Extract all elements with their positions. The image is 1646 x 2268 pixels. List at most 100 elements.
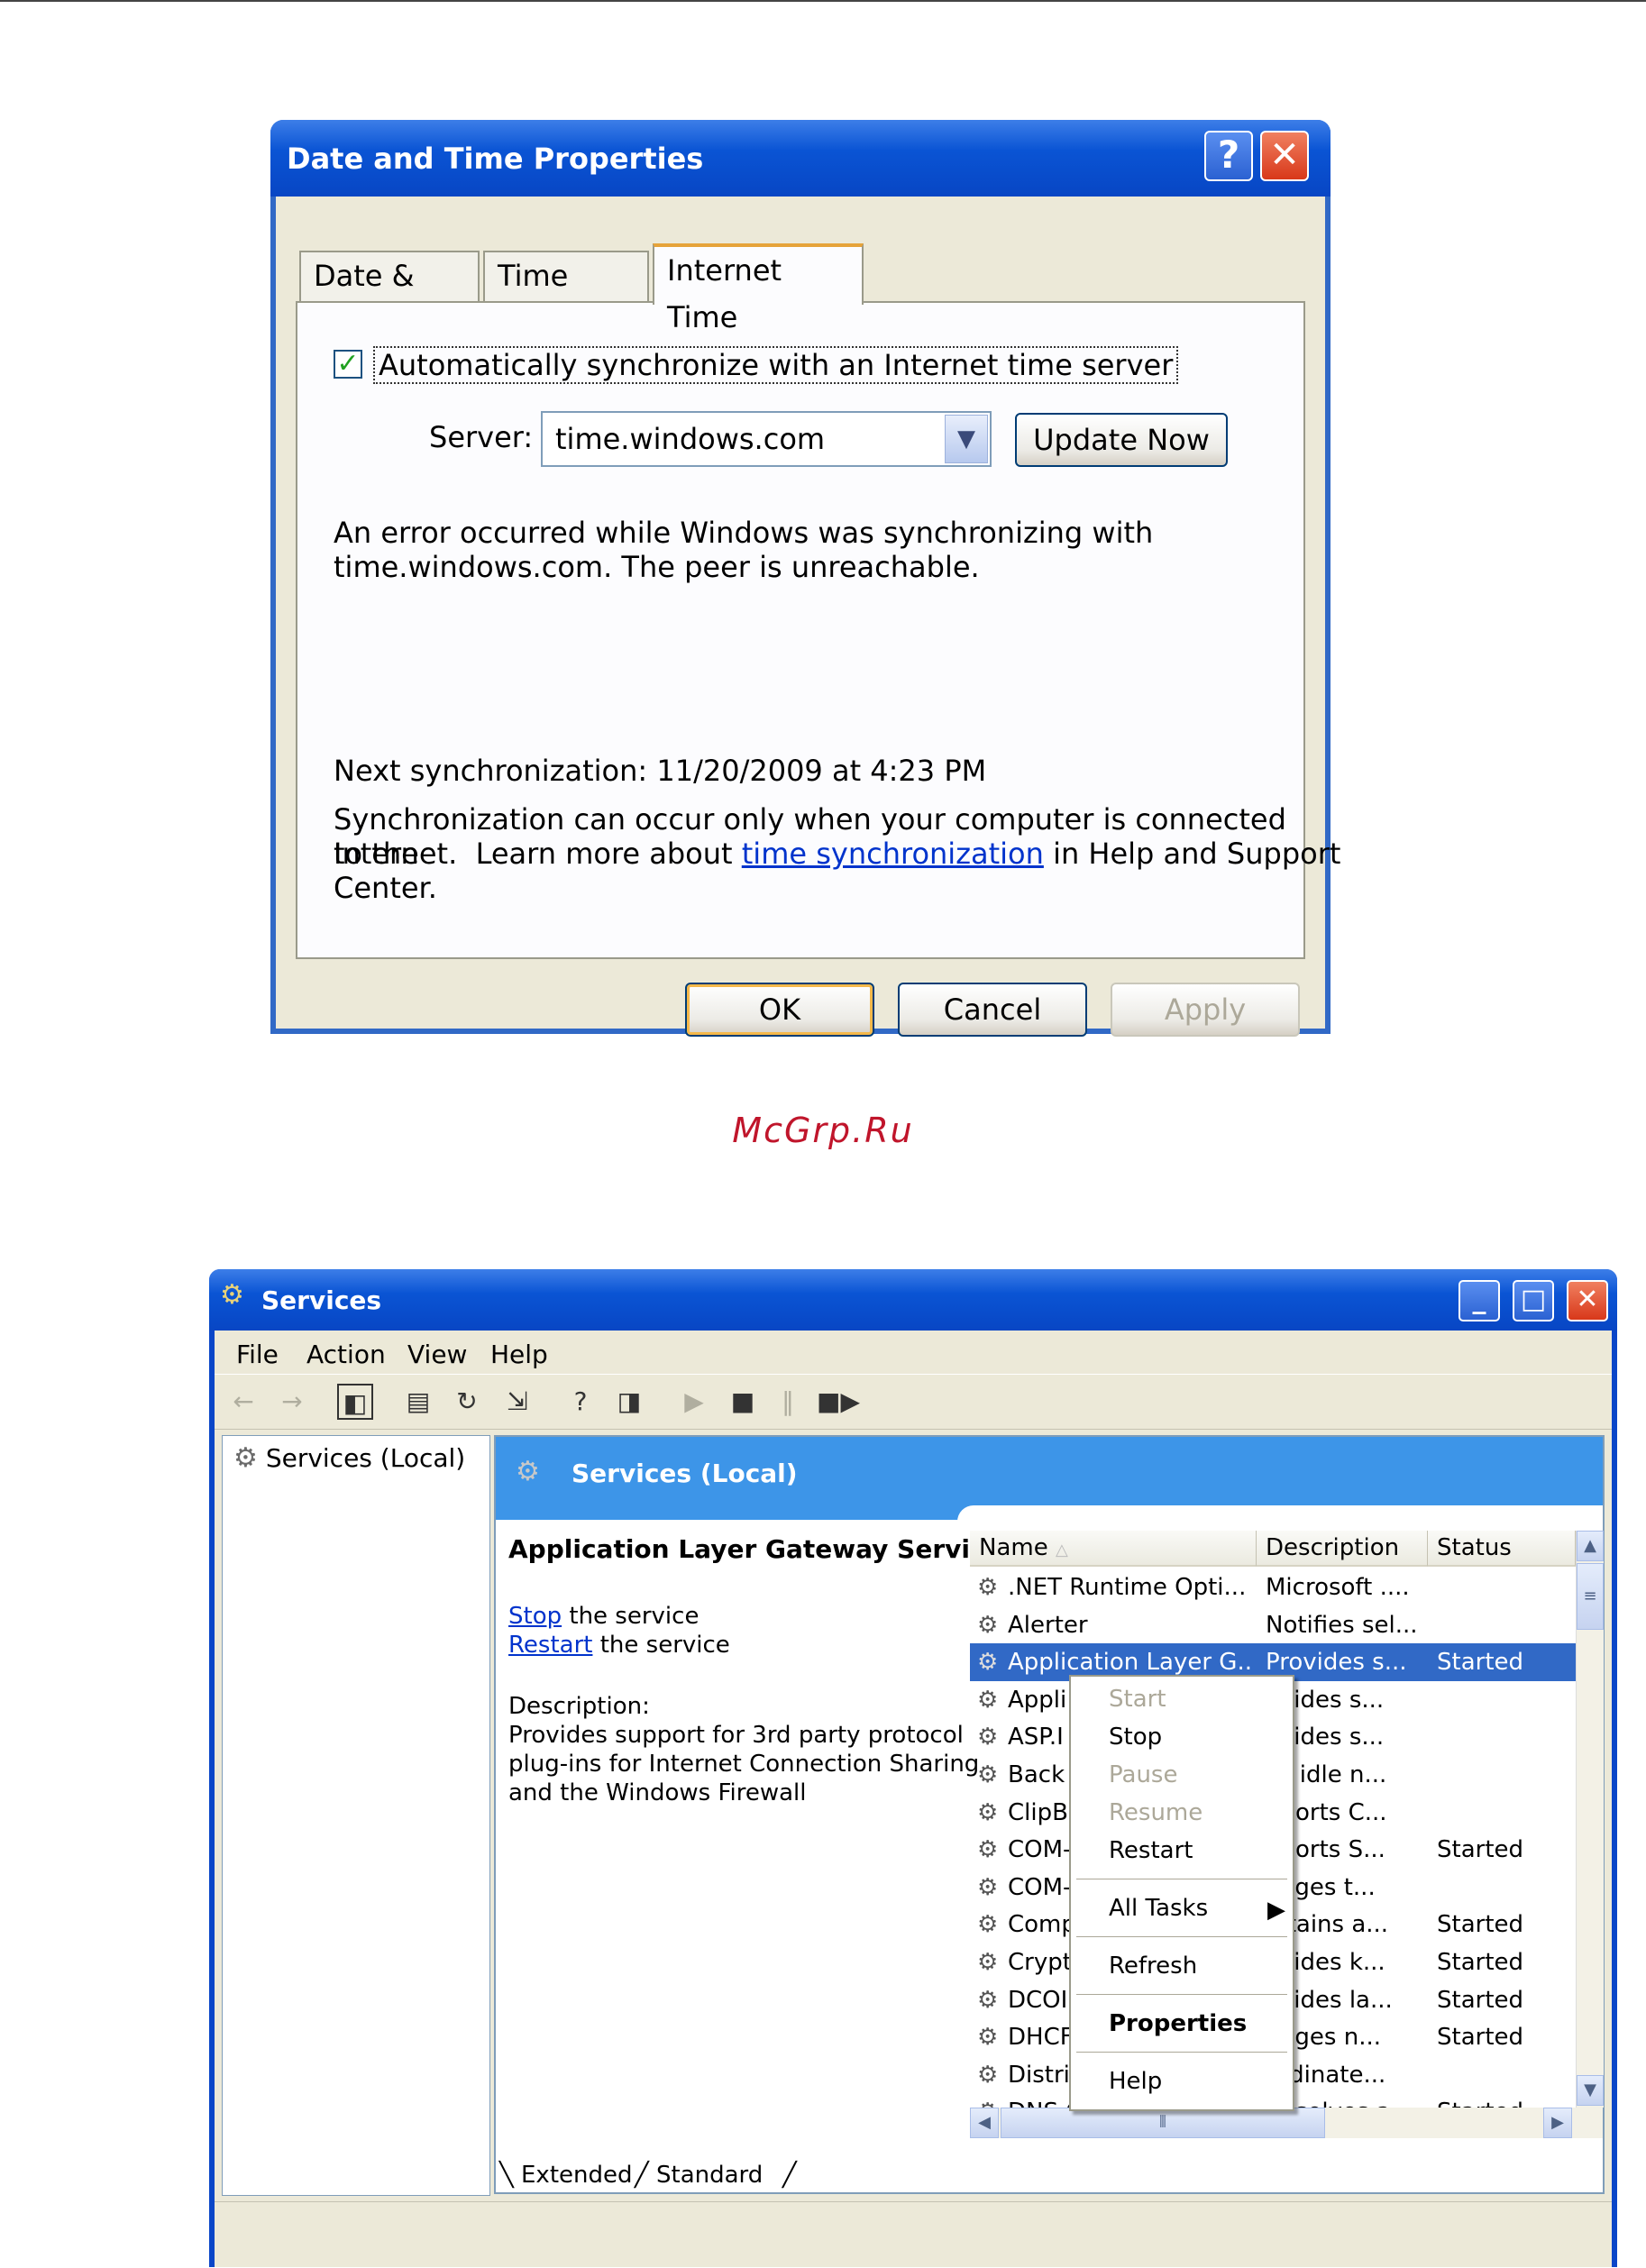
stop-icon[interactable]: ■: [725, 1384, 761, 1420]
internet-time-panel: ✓ Automatically synchronize with an Inte…: [296, 301, 1340, 959]
service-name: Alerter: [1008, 1611, 1088, 1639]
menu-item-restart[interactable]: Restart: [1109, 1837, 1193, 1864]
properties-icon[interactable]: ▤: [400, 1384, 436, 1420]
auto-sync-label[interactable]: Automatically synchronize with an Intern…: [373, 346, 1179, 384]
services-gear-icon: ⚙: [516, 1456, 540, 1487]
table-row[interactable]: ⚙ .NET Runtime Opti... Microsoft ....: [970, 1568, 1576, 1606]
menu-item-help[interactable]: Help: [1109, 2068, 1162, 2095]
tab-time-zone[interactable]: Time Zone: [483, 251, 649, 340]
service-name: .NET Runtime Opti...: [1008, 1574, 1247, 1601]
view-tabs: ╲ Extended ╱ Standard ╱: [496, 2158, 1603, 2194]
pause-icon[interactable]: ‖: [770, 1384, 806, 1420]
server-combobox[interactable]: time.windows.com ▼: [541, 411, 992, 467]
tree-item-services-local[interactable]: ⚙ Services (Local): [233, 1443, 465, 1473]
service-status: Started: [1437, 1836, 1524, 1864]
chevron-down-icon[interactable]: ▼: [945, 415, 988, 463]
stop-service-link[interactable]: Stop: [508, 1603, 562, 1630]
description-line: Provides support for 3rd party protocol: [508, 1722, 964, 1749]
chevron-left-icon[interactable]: ◀: [970, 2108, 999, 2138]
menu-file[interactable]: File: [236, 1340, 279, 1369]
show-action-pane-icon[interactable]: ◨: [611, 1384, 647, 1420]
restart-service-link[interactable]: Restart: [508, 1632, 592, 1659]
vertical-scrollbar[interactable]: ▲ ≡ ▼: [1576, 1531, 1604, 2108]
menu-item-properties[interactable]: Properties: [1109, 2010, 1247, 2037]
service-status: Started: [1437, 1949, 1524, 1976]
auto-sync-checkbox[interactable]: ✓: [334, 350, 362, 379]
refresh-icon[interactable]: ↻: [449, 1384, 485, 1420]
service-gear-icon: ⚙: [977, 1724, 999, 1751]
dialog-title: Date and Time Properties: [287, 142, 704, 176]
menu-item-start[interactable]: Start: [1109, 1686, 1166, 1713]
apply-button[interactable]: Apply: [1111, 983, 1300, 1037]
menu-separator: [1076, 2052, 1287, 2053]
service-gear-icon: ⚙: [977, 2024, 999, 2052]
tab-date-time[interactable]: Date & Time: [299, 251, 480, 340]
restart-icon[interactable]: ■▶: [817, 1384, 860, 1420]
service-description: Microsoft ....: [1266, 1574, 1410, 1601]
menu-item-pause[interactable]: Pause: [1109, 1761, 1177, 1788]
service-status: Started: [1437, 1986, 1524, 2014]
minimize-icon[interactable]: _: [1459, 1280, 1500, 1321]
chevron-up-icon[interactable]: ▲: [1577, 1531, 1604, 1561]
service-status: Started: [1437, 1649, 1524, 1677]
maximize-icon[interactable]: □: [1513, 1280, 1554, 1321]
menu-action[interactable]: Action: [306, 1340, 386, 1369]
page-top-rule: [0, 0, 1646, 2]
service-gear-icon: ⚙: [977, 1949, 999, 1976]
chevron-down-icon[interactable]: ▼: [1577, 2075, 1604, 2106]
menu-separator: [1076, 1994, 1287, 1995]
services-title-bar[interactable]: ⚙ Services _ □ ✕: [209, 1269, 1617, 1331]
menu-item-stop[interactable]: Stop: [1109, 1724, 1162, 1751]
column-header-description[interactable]: Description: [1257, 1531, 1428, 1567]
services-window: ⚙ Services _ □ ✕ File Action View Help ←…: [209, 1269, 1617, 2267]
menu-item-resume[interactable]: Resume: [1109, 1799, 1202, 1826]
help-icon[interactable]: ?: [1204, 131, 1253, 181]
column-header-name[interactable]: Name △: [970, 1531, 1257, 1567]
menu-view[interactable]: View: [407, 1340, 467, 1369]
services-title: Services: [261, 1285, 382, 1315]
horizontal-scroll-thumb[interactable]: ⦀: [1001, 2108, 1325, 2138]
column-header-status[interactable]: Status: [1428, 1531, 1576, 1567]
help-icon[interactable]: ?: [562, 1384, 599, 1420]
back-arrow-icon[interactable]: ←: [225, 1384, 261, 1420]
play-icon[interactable]: ▶: [676, 1384, 712, 1420]
ok-button[interactable]: OK: [685, 983, 874, 1037]
show-hide-tree-icon[interactable]: ◧: [337, 1384, 373, 1420]
scroll-thumb[interactable]: ≡: [1577, 1563, 1604, 1630]
menu-help[interactable]: Help: [490, 1340, 548, 1369]
service-gear-icon: ⚙: [977, 1798, 999, 1826]
close-icon[interactable]: ✕: [1567, 1280, 1608, 1321]
menu-item-all-tasks[interactable]: All Tasks: [1109, 1895, 1208, 1922]
horizontal-scrollbar[interactable]: ◀ ⦀ ▶: [970, 2108, 1603, 2138]
watermark: McGrp.Ru: [732, 1111, 914, 1150]
service-description: Notifies sel...: [1266, 1611, 1418, 1639]
tab-internet-time[interactable]: Internet Time: [653, 243, 864, 334]
table-row[interactable]: ⚙ Alerter Notifies sel...: [970, 1606, 1576, 1644]
menu-separator: [1076, 1936, 1287, 1937]
update-now-button[interactable]: Update Now: [1015, 413, 1228, 467]
forward-arrow-icon[interactable]: →: [274, 1384, 310, 1420]
tab-extended[interactable]: Extended: [521, 2162, 633, 2189]
service-status: Started: [1437, 2024, 1524, 2052]
close-icon[interactable]: ✕: [1260, 131, 1309, 181]
services-client-area: File Action View Help ← → ◧ ▤ ↻ ⇲ ? ◨ ▶ …: [215, 1331, 1612, 2267]
description-label: Description:: [508, 1693, 650, 1720]
tab-standard[interactable]: Standard: [656, 2162, 763, 2189]
dialog-title-bar[interactable]: Date and Time Properties ? ✕: [270, 120, 1331, 197]
server-value: time.windows.com: [555, 422, 826, 456]
column-header-label: Name: [979, 1534, 1048, 1561]
cancel-button[interactable]: Cancel: [898, 983, 1087, 1037]
description-line: and the Windows Firewall: [508, 1779, 807, 1806]
chevron-right-icon[interactable]: ▶: [1543, 2108, 1572, 2138]
tab-slant-icon: ╱: [635, 2162, 649, 2189]
sync-info-line2: Internet. Learn more about time synchron…: [334, 837, 1340, 871]
stop-service-suffix: the service: [562, 1603, 700, 1630]
header-notch: [957, 1505, 1603, 1527]
server-label: Server:: [429, 420, 534, 454]
time-sync-link[interactable]: time synchronization: [742, 837, 1044, 871]
service-gear-icon: ⚙: [977, 1686, 999, 1714]
export-list-icon[interactable]: ⇲: [499, 1384, 535, 1420]
menu-item-refresh[interactable]: Refresh: [1109, 1952, 1197, 1980]
service-name: Application Layer G...: [1008, 1649, 1251, 1677]
sort-arrow-icon: △: [1055, 1541, 1068, 1559]
